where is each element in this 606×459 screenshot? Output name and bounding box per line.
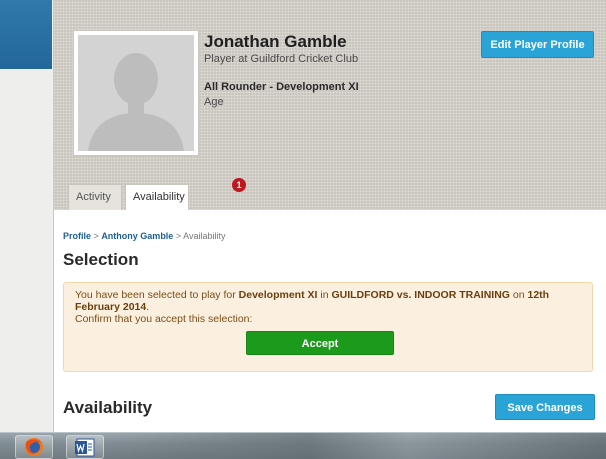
taskbar-firefox-button[interactable] xyxy=(15,435,53,459)
avatar-frame xyxy=(73,30,199,156)
notice-on: on xyxy=(509,289,528,301)
tab-availability[interactable]: Availability xyxy=(125,184,189,210)
notice-confirm: Confirm that you accept this selection: xyxy=(75,313,253,325)
taskbar-backdrop xyxy=(110,433,606,459)
firefox-icon xyxy=(25,438,43,456)
selection-title: Selection xyxy=(63,250,139,269)
taskbar-word-button[interactable] xyxy=(66,435,104,459)
player-age: Age xyxy=(204,96,224,108)
notification-badge: 1 xyxy=(232,178,246,192)
profile-header: Jonathan Gamble Player at Guildford Cric… xyxy=(53,0,606,210)
notice-middle: in xyxy=(317,289,332,301)
breadcrumb-profile-link[interactable]: Profile xyxy=(63,231,91,241)
breadcrumb-current: Availability xyxy=(183,231,226,241)
word-icon xyxy=(75,438,95,457)
availability-title: Availability xyxy=(63,398,153,417)
taskbar xyxy=(0,432,606,459)
player-role: All Rounder - Development XI xyxy=(204,81,359,93)
backdrop-band xyxy=(0,0,52,69)
breadcrumb-separator: > xyxy=(93,231,99,241)
save-changes-button[interactable]: Save Changes xyxy=(495,394,595,420)
edit-player-profile-button[interactable]: Edit Player Profile xyxy=(481,31,594,58)
breadcrumb: Profile > Anthony Gamble > Availability xyxy=(63,231,225,241)
accept-button[interactable]: Accept xyxy=(246,331,394,355)
notice-match: GUILDFORD vs. INDOOR TRAINING xyxy=(331,289,510,301)
player-name: Jonathan Gamble xyxy=(204,32,347,51)
avatar xyxy=(78,35,194,151)
breadcrumb-person-link[interactable]: Anthony Gamble xyxy=(101,231,173,241)
player-club: Player at Guildford Cricket Club xyxy=(204,53,359,65)
selection-notice: You have been selected to play for Devel… xyxy=(63,282,593,372)
main-content: Profile > Anthony Gamble > Availability … xyxy=(53,210,606,432)
breadcrumb-separator: > xyxy=(175,231,182,241)
person-silhouette-icon xyxy=(78,35,194,151)
notice-end: . xyxy=(146,301,150,313)
tab-activity[interactable]: Activity xyxy=(68,184,122,210)
notice-team: Development XI xyxy=(238,289,318,301)
notice-prefix: You have been selected to play for xyxy=(75,289,239,301)
browser-backdrop xyxy=(0,0,52,432)
